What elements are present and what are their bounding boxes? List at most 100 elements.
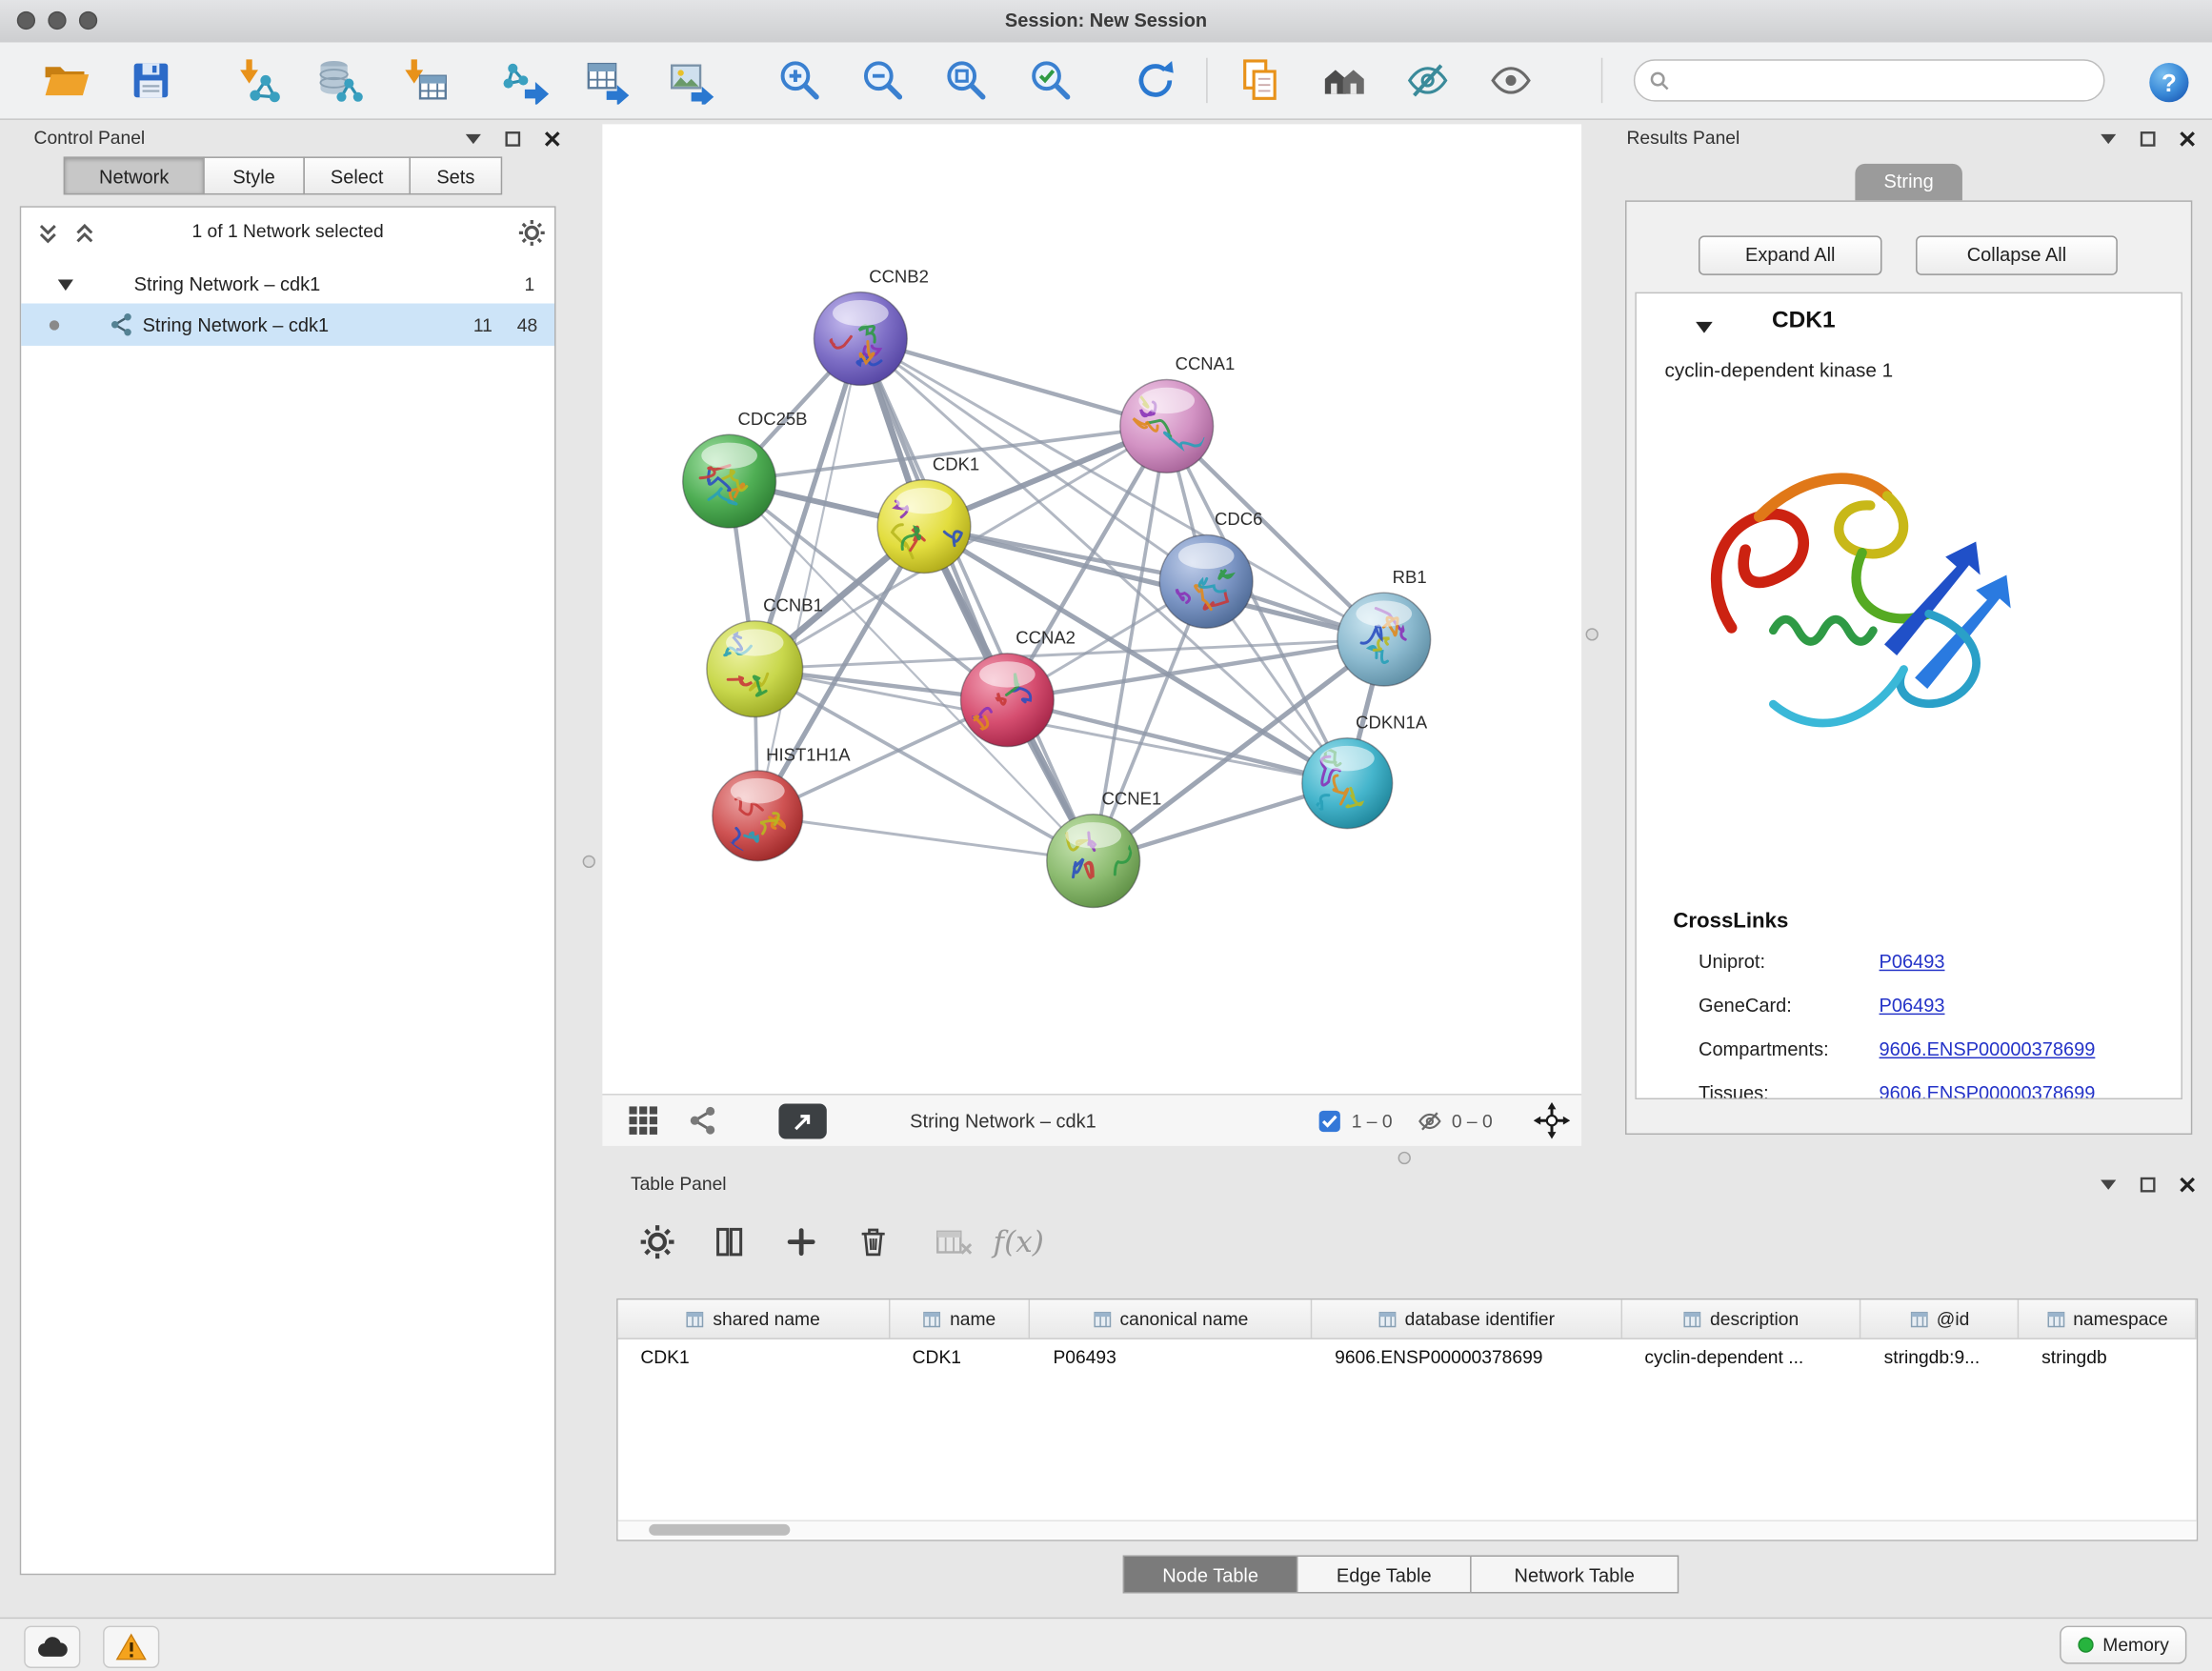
open-session-button[interactable] [41,55,91,106]
column-header-namespace[interactable]: namespace [2020,1299,2197,1338]
network-node-cdc25b[interactable]: CDC25B [683,409,808,528]
crosslink-label: Tissues: [1699,1071,1769,1099]
network-node-cdk1[interactable]: CDK1 [877,453,979,573]
float-panel-icon[interactable] [502,129,522,149]
column-header-canonical-name[interactable]: canonical name [1031,1299,1313,1338]
network-canvas[interactable]: CCNB2CCNA1CDC25BCDK1CDC6RB1CCNB1CCNA2CDK… [602,124,1581,1094]
close-panel-icon[interactable] [2177,1175,2197,1195]
collection-expand-triangle-icon[interactable] [58,273,73,294]
network-options-gear-icon[interactable] [517,219,546,252]
table-panel-window-buttons [2098,1175,2197,1195]
left-splitter-handle[interactable] [583,856,595,868]
network-node-rb1[interactable]: RB1 [1337,567,1431,686]
tab-select[interactable]: Select [303,156,411,194]
table-cell[interactable]: stringdb [2019,1339,2196,1377]
clipboard-button[interactable] [1235,55,1285,106]
show-all-button[interactable] [1485,55,1536,106]
column-icon [2046,1310,2064,1327]
table-row[interactable]: CDK1CDK1P064939606.ENSP00000378699cyclin… [618,1339,2197,1377]
help-button[interactable]: ? [2142,56,2193,107]
export-table-button[interactable] [583,55,633,106]
column-header-database-identifier[interactable]: database identifier [1312,1299,1621,1338]
zoom-out-button[interactable] [857,55,908,106]
hide-selected-button[interactable] [1402,55,1453,106]
table-cell[interactable]: CDK1 [618,1339,890,1377]
network-node-hist1h1a[interactable]: HIST1H1A [713,744,851,860]
table-cell[interactable]: stringdb:9... [1861,1339,2020,1377]
expand-all-button[interactable]: Expand All [1699,235,1882,274]
network-node-ccna1[interactable]: CCNA1 [1120,353,1235,473]
node-label: CCNB1 [763,594,823,614]
hidden-eye-slash-icon[interactable] [1415,1108,1444,1139]
tab-sets[interactable]: Sets [409,156,502,194]
collapse-panel-icon[interactable] [463,129,483,149]
network-edge[interactable] [860,339,1093,861]
grid-view-icon[interactable] [628,1105,659,1140]
crosslink-value-link[interactable]: 9606.ENSP00000378699 [1880,1071,2096,1099]
column-header-description[interactable]: description [1622,1299,1861,1338]
collapse-panel-icon[interactable] [2098,1175,2118,1195]
network-row-selected[interactable]: String Network – cdk1 11 48 [21,304,554,346]
open-in-new-window-button[interactable] [778,1103,826,1138]
birdseye-view-icon[interactable] [687,1105,718,1140]
memory-button[interactable]: Memory [2060,1626,2186,1664]
import-network-from-database-button[interactable] [314,55,365,106]
close-panel-icon[interactable] [2177,129,2197,149]
add-column-icon[interactable] [775,1217,826,1267]
column-header-shared-name[interactable]: shared name [618,1299,890,1338]
refresh-icon [1132,56,1179,104]
tab-network-table[interactable]: Network Table [1470,1556,1679,1594]
network-node-cdc6[interactable]: CDC6 [1159,509,1262,628]
float-panel-icon[interactable] [2138,129,2158,149]
export-network-button[interactable] [499,55,550,106]
network-collection-row[interactable]: String Network – cdk1 1 [21,264,554,303]
tab-network[interactable]: Network [64,156,205,194]
column-icon [686,1310,704,1327]
collapse-gene-triangle-icon[interactable] [1696,316,1713,337]
refresh-layout-button[interactable] [1130,55,1180,106]
window-title: Session: New Session [0,0,2212,42]
home-button[interactable] [1319,55,1370,106]
search-input[interactable] [1679,69,2089,92]
horizontal-splitter-handle[interactable] [1398,1152,1411,1164]
tab-style[interactable]: Style [203,156,305,194]
pan-crosshair-icon[interactable] [1534,1102,1571,1143]
delete-column-trash-icon[interactable] [848,1217,898,1267]
cloud-status-button[interactable] [24,1626,80,1668]
column-header-name[interactable]: name [890,1299,1031,1338]
show-columns-icon[interactable] [704,1217,754,1267]
warnings-button[interactable] [103,1626,159,1668]
network-edge[interactable] [757,815,1093,860]
tab-node-table[interactable]: Node Table [1123,1556,1298,1594]
crosslink-value-link[interactable]: 9606.ENSP00000378699 [1880,1027,2096,1071]
collapse-panel-icon[interactable] [2098,129,2118,149]
save-session-button[interactable] [126,55,176,106]
current-network-dot-icon [50,320,59,330]
table-cell[interactable]: cyclin-dependent ... [1622,1339,1861,1377]
selected-nodes-checkbox[interactable] [1319,1111,1340,1132]
right-splitter-handle[interactable] [1586,628,1599,640]
float-panel-icon[interactable] [2138,1175,2158,1195]
table-cell[interactable]: 9606.ENSP00000378699 [1312,1339,1621,1377]
table-cell[interactable]: P06493 [1031,1339,1313,1377]
node-label: CDKN1A [1356,712,1428,732]
export-image-button[interactable] [666,55,716,106]
close-panel-icon[interactable] [542,129,562,149]
crosslink-value-link[interactable]: P06493 [1880,940,1945,984]
crosslink-value-link[interactable]: P06493 [1880,984,1945,1028]
scrollbar-thumb[interactable] [649,1524,790,1536]
network-label: String Network – cdk1 [143,314,330,335]
memory-label: Memory [2102,1634,2169,1655]
column-header--id[interactable]: @id [1861,1299,2020,1338]
tab-string[interactable]: String [1855,164,1962,201]
zoom-selected-button[interactable] [1026,55,1076,106]
table-settings-gear-icon[interactable] [632,1217,682,1267]
tab-edge-table[interactable]: Edge Table [1297,1556,1472,1594]
export-table-icon [584,56,632,104]
zoom-in-button[interactable] [774,55,825,106]
collapse-all-button[interactable]: Collapse All [1916,235,2118,274]
import-table-button[interactable] [399,55,450,106]
import-network-from-file-button[interactable] [232,55,283,106]
zoom-fit-button[interactable] [941,55,992,106]
table-cell[interactable]: CDK1 [890,1339,1031,1377]
